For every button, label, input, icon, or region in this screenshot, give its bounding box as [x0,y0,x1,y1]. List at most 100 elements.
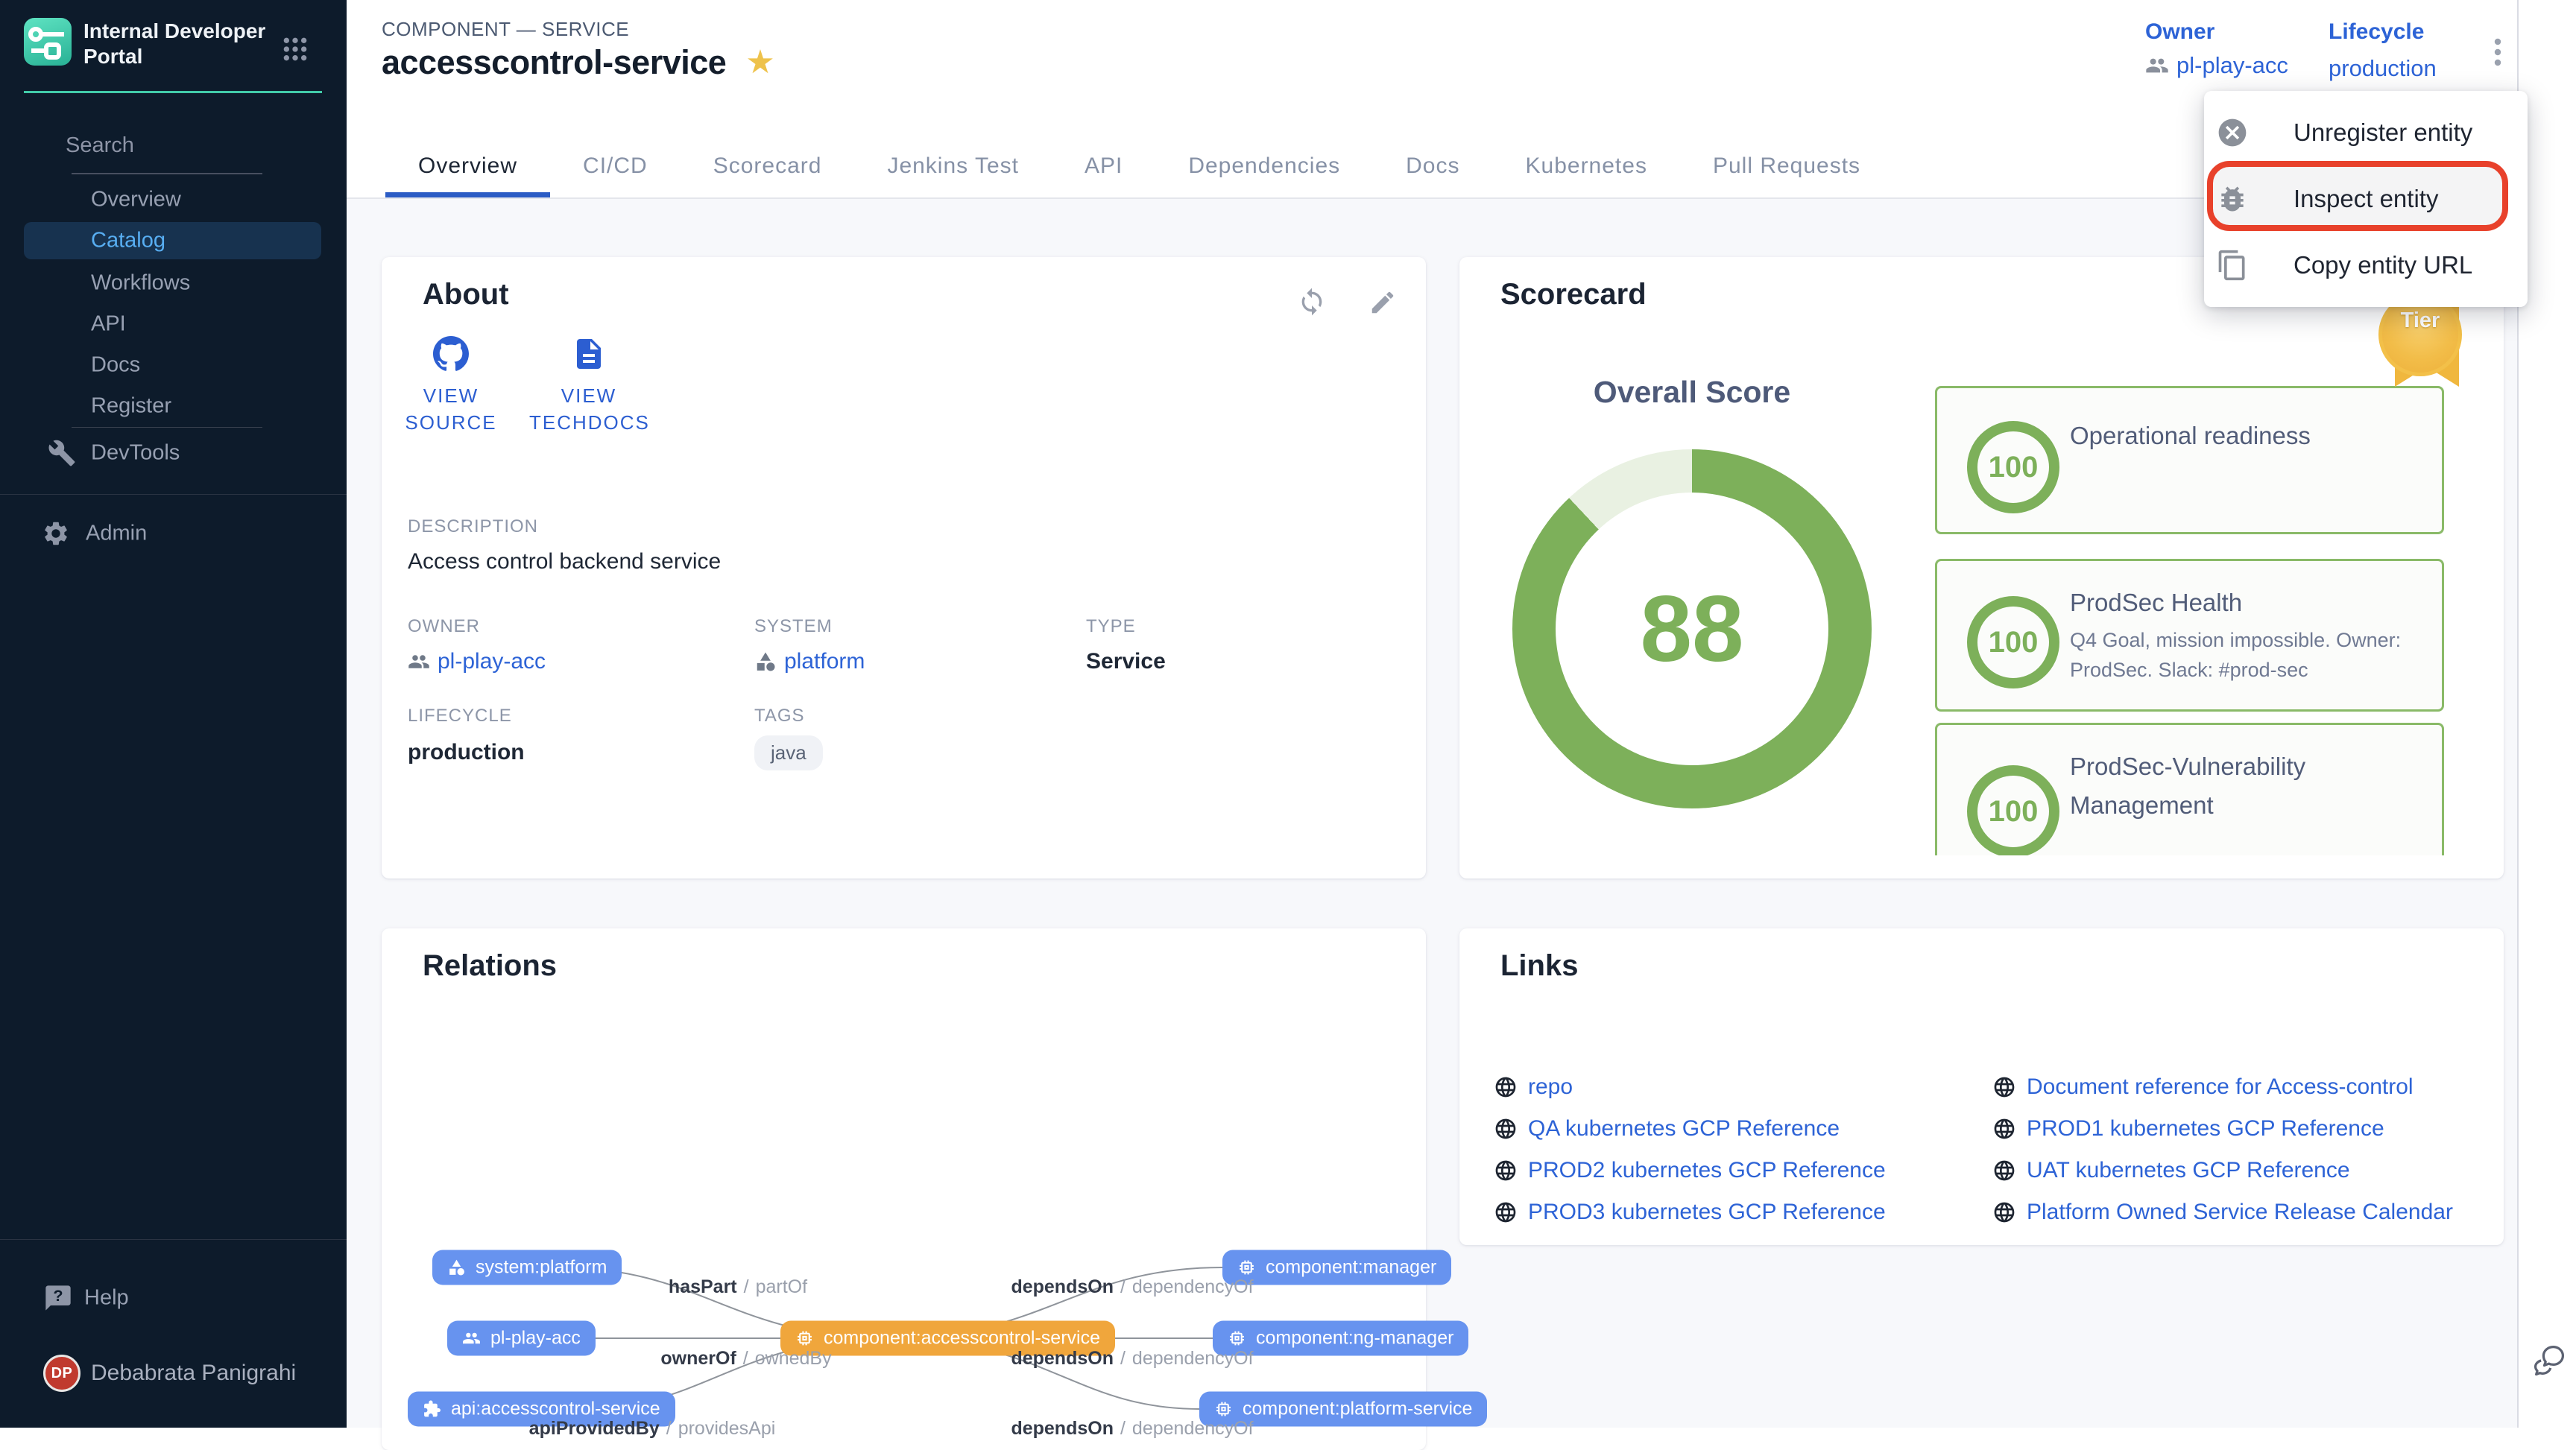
score-card-prodsec-health[interactable]: 100 ProdSec Health Q4 Goal, mission impo… [1935,559,2444,712]
owner-field-link[interactable]: pl-play-acc [408,649,546,674]
tags-field-label: TAGS [754,706,805,726]
people-icon [2145,54,2169,77]
link-document-reference[interactable]: Document reference for Access-control [1992,1074,2414,1100]
lifecycle-field-value: production [408,740,525,765]
tabs-divider [347,197,2517,199]
owner-link[interactable]: pl-play-acc [2145,52,2288,79]
about-title: About [423,278,509,311]
link-qa-kubernetes[interactable]: QA kubernetes GCP Reference [1494,1116,1840,1142]
link-prod1-kubernetes[interactable]: PROD1 kubernetes GCP Reference [1992,1116,2384,1142]
node-pl-play-acc[interactable]: pl-play-acc [447,1321,596,1356]
tab-pull-requests[interactable]: Pull Requests [1680,134,1893,197]
app-root: Internal Developer Portal Overview Catal… [0,0,2576,1428]
globe-icon [1494,1117,1518,1141]
globe-icon [1992,1117,2016,1141]
score-card-operational-readiness[interactable]: 100 Operational readiness [1935,386,2444,534]
relations-card: Relations system:platform pl-play-acc [382,928,1426,1450]
links-title: Links [1500,949,1578,983]
sidebar-divider [72,427,262,428]
edge-label: dependsOn/dependencyOf [1011,1276,1253,1298]
view-techdocs-link[interactable]: VIEW TECHDOCS [529,336,648,436]
feedback-chat-icon[interactable] [2530,1341,2569,1380]
sidebar-item-admin[interactable]: Admin [86,522,147,546]
menu-item-inspect-entity[interactable]: Inspect entity [2204,166,2528,232]
refresh-icon[interactable] [1297,287,1327,317]
people-icon [462,1329,481,1348]
edit-icon[interactable] [1368,288,1397,317]
portal-logo[interactable] [24,18,72,66]
wrench-icon [48,439,76,467]
menu-item-unregister-entity[interactable]: Unregister entity [2204,100,2528,165]
type-field-value: Service [1086,649,1166,674]
score-card-prodsec-vulnerability[interactable]: 100 ProdSec-Vulnerability Management [1935,723,2444,855]
score-title: ProdSec-Vulnerability Management [2070,747,2409,825]
menu-item-copy-entity-url[interactable]: Copy entity URL [2204,232,2528,298]
view-source-link[interactable]: VIEW SOURCE [391,336,511,436]
score-value: 100 [1989,626,2039,659]
edge-label: dependsOn/dependencyOf [1011,1348,1253,1370]
sidebar: Internal Developer Portal Overview Catal… [0,0,347,1428]
tab-cicd[interactable]: CI/CD [550,134,681,197]
sidebar-item-overview[interactable]: Overview [91,188,181,212]
entity-context-menu: Unregister entity Inspect entity Copy en… [2204,91,2528,307]
tag-chip[interactable]: java [754,735,823,770]
about-card: About VIEW SOURCE VIEW TECHDOCS DESCRIPT… [382,257,1426,878]
description-label: DESCRIPTION [408,516,538,537]
link-repo[interactable]: repo [1494,1074,1573,1100]
edge-label: ownerOf/ownedBy [660,1348,831,1370]
sidebar-search [48,128,264,162]
search-input[interactable] [64,133,348,159]
tab-dependencies[interactable]: Dependencies [1155,134,1373,197]
globe-icon [1494,1159,1518,1183]
owner-field-label: OWNER [408,616,480,637]
sidebar-item-api[interactable]: API [91,312,126,337]
lifecycle-value: production [2329,55,2437,82]
relations-graph [382,928,1426,1450]
gear-icon [42,519,70,548]
overall-score-donut: 88 [1512,449,1872,808]
lifecycle-field-label: LIFECYCLE [408,706,512,726]
sidebar-item-help[interactable]: Help [84,1286,129,1311]
sidebar-item-register[interactable]: Register [91,394,171,419]
globe-icon [1992,1075,2016,1099]
score-list: 100 Operational readiness 100 ProdSec He… [1935,380,2449,855]
link-release-calendar[interactable]: Platform Owned Service Release Calendar [1992,1200,2453,1225]
node-system-platform[interactable]: system:platform [432,1250,622,1285]
copy-icon [2216,249,2249,282]
tab-jenkins-test[interactable]: Jenkins Test [854,134,1052,197]
tab-overview[interactable]: Overview [385,134,550,197]
link-prod2-kubernetes[interactable]: PROD2 kubernetes GCP Reference [1494,1158,1886,1183]
sidebar-item-catalog[interactable]: Catalog [91,229,165,253]
component-icon [795,1329,814,1348]
apps-grid-icon[interactable] [280,34,310,64]
globe-icon [1494,1200,1518,1224]
globe-icon [1494,1075,1518,1099]
score-title: Operational readiness [2070,417,2420,455]
unregister-icon [2216,116,2249,149]
more-options-icon[interactable] [2480,30,2516,75]
people-icon [408,650,430,673]
sidebar-item-workflows[interactable]: Workflows [91,271,190,296]
globe-icon [1992,1159,2016,1183]
user-avatar[interactable]: DP [43,1355,80,1392]
link-uat-kubernetes[interactable]: UAT kubernetes GCP Reference [1992,1158,2350,1183]
system-field-label: SYSTEM [754,616,833,637]
sidebar-item-devtools[interactable]: DevTools [91,441,180,466]
tab-scorecard[interactable]: Scorecard [681,134,855,197]
tab-kubernetes[interactable]: Kubernetes [1493,134,1680,197]
user-name[interactable]: Debabrata Panigrahi [91,1361,296,1386]
node-component-manager[interactable]: component:manager [1222,1250,1451,1285]
active-nav-highlight [24,222,321,259]
system-field-link[interactable]: platform [754,649,865,674]
entity-tabs: Overview CI/CD Scorecard Jenkins Test AP… [385,134,1893,197]
favorite-star-icon[interactable]: ★ [745,46,774,79]
overall-score-label: Overall Score [1594,375,1790,410]
edge-label: apiProvidedBy/providesApi [529,1418,776,1440]
tab-api[interactable]: API [1052,134,1155,197]
api-icon [423,1400,441,1419]
sidebar-item-docs[interactable]: Docs [91,353,140,378]
sidebar-divider [0,494,347,495]
link-prod3-kubernetes[interactable]: PROD3 kubernetes GCP Reference [1494,1200,1886,1225]
tab-docs[interactable]: Docs [1373,134,1492,197]
component-icon [1228,1329,1246,1348]
